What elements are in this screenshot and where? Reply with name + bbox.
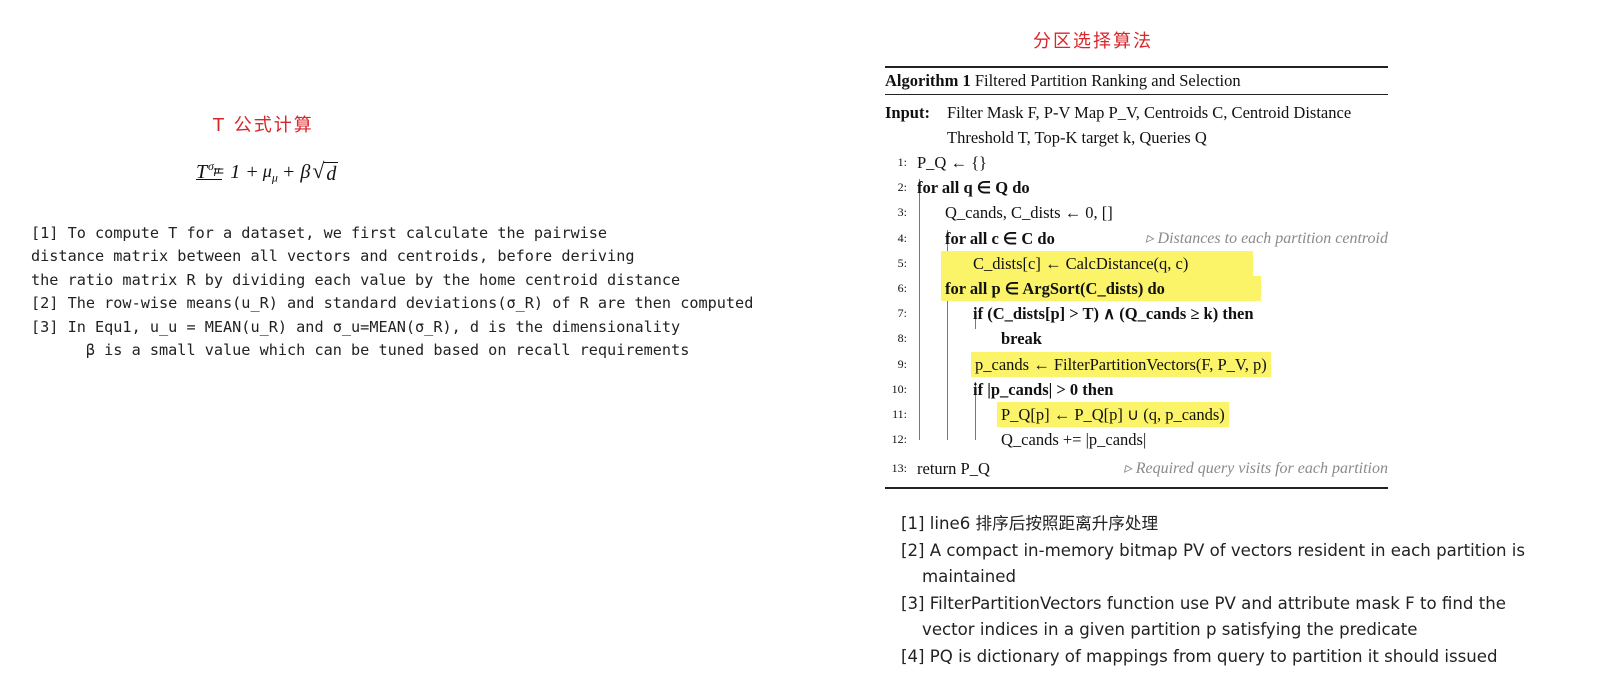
line-code: for all q ∈ Q do — [917, 178, 1030, 198]
threshold-formula: T = 1 + σμ μμ + β √ d — [196, 158, 339, 186]
formula-note-line: [2] The row-wise means(u_R) and standard… — [31, 294, 754, 313]
algorithm-line: 3: Q_cands, C_dists ← 0, [] — [885, 200, 1388, 225]
line-number: 4: — [897, 230, 907, 245]
algorithm-line: 4: for all c ∈ C do ▹ Distances to each pa… — [885, 226, 1388, 251]
formula-note-line: [3] In Equ1, u_u = MEAN(u_R) and σ_u=MEA… — [31, 317, 681, 336]
line-code: Q_cands += |p_cands| — [1001, 430, 1147, 450]
algorithm-note: [3] FilterPartitionVectors function use … — [901, 593, 1506, 640]
line-code-highlighted: P_Q[p] ← P_Q[p] ∪ (q, p_cands) — [997, 401, 1229, 428]
formula-den: μ — [262, 160, 272, 181]
line-number: 6: — [897, 280, 907, 295]
line-number: 3: — [897, 205, 907, 220]
algorithm-line: 6: for all p ∈ ArgSort(C_dists) do — [885, 275, 1388, 302]
line-code: if |p_cands| > 0 then — [973, 379, 1114, 399]
line-code: Q_cands, C_dists ← 0, [] — [945, 203, 1113, 223]
formula-note-line: the ratio matrix R by dividing each valu… — [31, 270, 681, 289]
algorithm-name: Filtered Partition Ranking and Selection — [974, 71, 1241, 90]
input-keyword: Input: — [885, 103, 930, 122]
algorithm-box: Algorithm 1 Filtered Partition Ranking a… — [885, 66, 1388, 490]
formula-num-sub: μ — [213, 162, 220, 177]
formula-plus-beta: + β — [281, 160, 311, 183]
line-code-highlighted: p_cands ← FilterPartitionVectors(F, P_V,… — [971, 351, 1271, 377]
algorithm-notes: [1] line6 排序后按照距离升序处理 [2] A compact in-m… — [901, 511, 1562, 671]
line-number: 5: — [897, 255, 907, 270]
formula-section-title: T 公式计算 — [213, 115, 314, 136]
line-number: 8: — [897, 331, 907, 346]
input-line2: Threshold T, Top-K target k, Queries Q — [947, 128, 1207, 147]
line-comment: ▹ Required query visits for each partiti… — [1123, 460, 1388, 478]
line-code: if (C_dists[p] > T) ∧ (Q_cands ≥ k) then — [973, 304, 1254, 324]
algorithm-line: 1: P_Q ← {} — [885, 150, 1388, 175]
line-number: 7: — [897, 306, 907, 321]
formula-sqrt: √ d — [312, 158, 339, 186]
algorithm-line: 7: if (C_dists[p] > T) ∧ (Q_cands ≥ k) th… — [885, 301, 1388, 326]
algorithm-input: Input: Filter Mask F, P-V Map P_V, Centr… — [885, 95, 1388, 150]
formula-fraction: σμ μμ — [196, 159, 278, 186]
algorithm-note: [1] line6 排序后按照距离升序处理 — [901, 514, 1159, 533]
algorithm-line: 10: if |p_cands| > 0 then — [885, 377, 1388, 402]
algorithm-line: 5: C_dists[c] ← CalcDistance(q, c) — [885, 250, 1388, 276]
line-comment: ▹ Distances to each partition centroid — [1145, 229, 1388, 247]
algorithm-line: 2: for all q ∈ Q do — [885, 175, 1388, 200]
line-number: 1: — [897, 155, 907, 169]
algorithm-note: [2] A compact in-memory bitmap PV of vec… — [901, 540, 1526, 587]
line-number: 11: — [892, 406, 907, 421]
line-code-highlighted: for all p ∈ ArgSort(C_dists) do — [941, 275, 1261, 302]
line-number: 13: — [891, 461, 907, 476]
formula-radical: √ — [312, 158, 325, 183]
formula-note-line: [1] To compute T for a dataset, we first… — [31, 224, 608, 242]
algorithm-label: Algorithm 1 — [885, 71, 971, 90]
line-code: break — [1001, 329, 1042, 349]
algorithm-note: [4] PQ is dictionary of mappings from qu… — [901, 646, 1498, 666]
line-number: 12: — [891, 432, 907, 447]
formula-notes: [1] To compute T for a dataset, we first… — [31, 222, 753, 362]
line-code: for all c ∈ C do — [945, 228, 1055, 248]
line-number: 9: — [897, 356, 907, 371]
input-line1: Filter Mask F, P-V Map P_V, Centroids C,… — [947, 103, 1352, 122]
formula-den-sub: μ — [271, 170, 278, 185]
line-number: 10: — [891, 381, 907, 396]
algorithm-line: 9: p_cands ← FilterPartitionVectors(F, P_… — [885, 351, 1388, 377]
line-code: P_Q ← {} — [917, 153, 987, 172]
formula-radicand: d — [324, 162, 339, 185]
algorithm-lines: 1: P_Q ← {} 2: for all q ∈ Q do 3: Q_cands,… — [885, 150, 1388, 487]
algorithm-line: 11: P_Q[p] ← P_Q[p] ∪ (q, p_cands) — [885, 401, 1388, 428]
algorithm-line: 8: break — [885, 326, 1388, 351]
algorithm-section-title: 分区选择算法 — [1033, 31, 1153, 52]
algorithm-line: 13: return P_Q ▹ Required query visits for… — [885, 456, 1388, 481]
algorithm-header: Algorithm 1 Filtered Partition Ranking a… — [885, 68, 1388, 95]
formula-note-line: β is a small value which can be tuned ba… — [31, 341, 690, 360]
algorithm-line: 12: Q_cands += |p_cands| — [885, 427, 1388, 452]
formula-note-line: distance matrix between all vectors and … — [31, 247, 635, 266]
input-text: Filter Mask F, P-V Map P_V, Centroids C,… — [947, 100, 1351, 150]
line-number: 2: — [897, 180, 907, 195]
line-code: return P_Q — [917, 459, 990, 479]
line-code-highlighted: C_dists[c] ← CalcDistance(q, c) — [941, 250, 1253, 276]
